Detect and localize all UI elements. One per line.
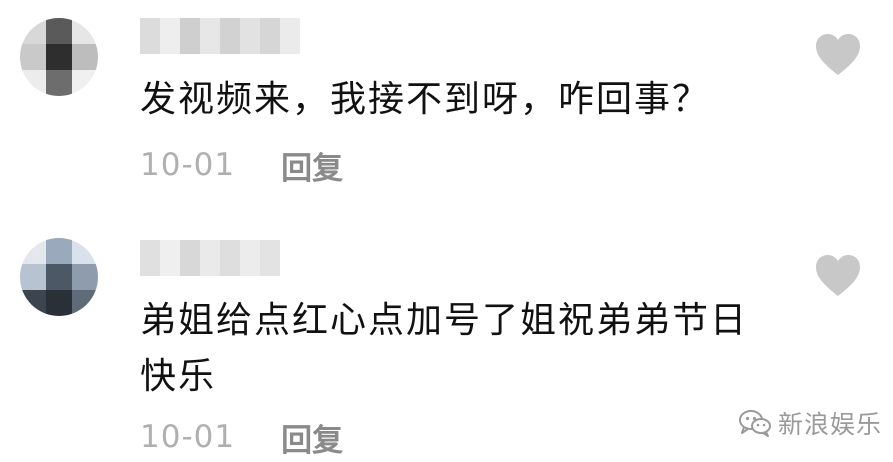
comment-item: 弟姐给点红心点加号了姐祝弟弟节日快乐 10-01 回复 bbox=[0, 0, 893, 462]
username[interactable] bbox=[140, 240, 280, 276]
like-button[interactable] bbox=[814, 254, 862, 298]
watermark: 新浪娱乐 bbox=[738, 405, 882, 441]
wechat-icon bbox=[739, 410, 771, 437]
comment-meta: 10-01 回复 bbox=[140, 415, 343, 460]
heart-icon bbox=[816, 255, 860, 296]
comment-text: 弟姐给点红心点加号了姐祝弟弟节日快乐 bbox=[140, 300, 749, 397]
reply-button[interactable]: 回复 bbox=[281, 415, 343, 460]
comment-date: 10-01 bbox=[140, 419, 236, 455]
comment-list: 发视频来，我接不到呀，咋回事？ 10-01 回复 弟姐给点红心点加号了姐祝弟弟节… bbox=[0, 0, 893, 462]
watermark-text: 新浪娱乐 bbox=[778, 410, 883, 439]
avatar[interactable] bbox=[20, 238, 98, 316]
